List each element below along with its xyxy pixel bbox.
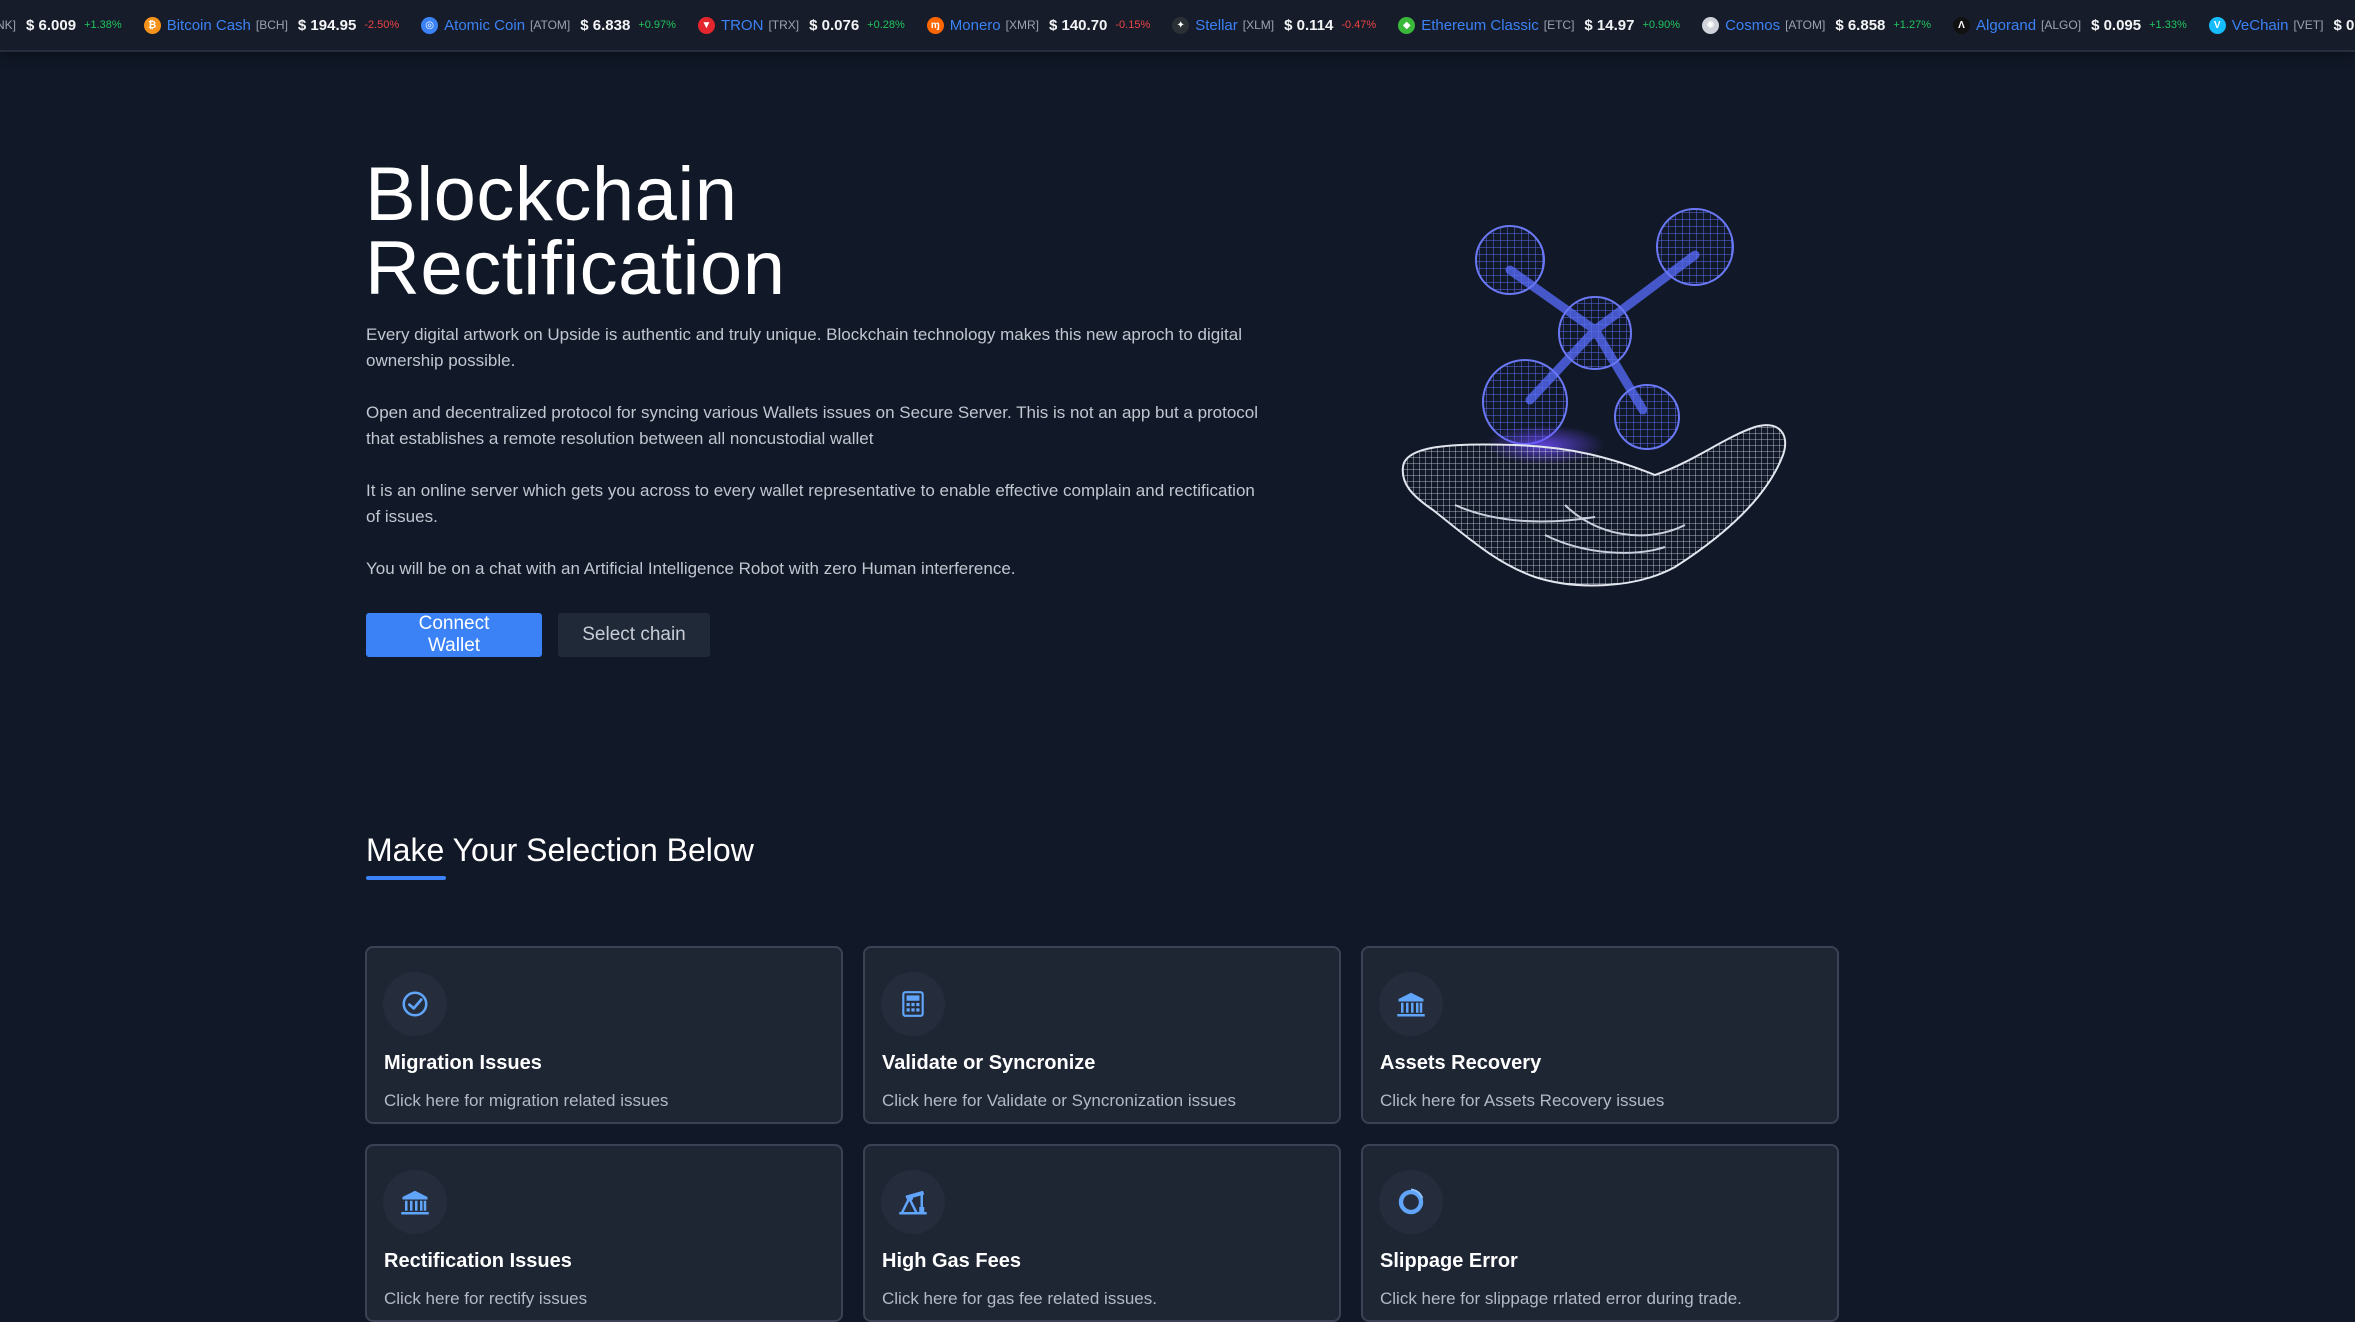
vechain-icon: V <box>2208 16 2226 34</box>
ticker-coin-change: -0.47% <box>1341 19 1377 31</box>
ticker-coin-price: $ 194.95 <box>297 16 357 34</box>
ticker-coin-name: Bitcoin Cash <box>166 16 251 34</box>
ticker-coin-name: TRON <box>720 16 764 34</box>
ticker-item[interactable]: ɱ Monero [XMR] $ 140.70 -0.15% <box>926 16 1151 34</box>
ticker-item[interactable]: Ʌ Algorand [ALGO] $ 0.095 +1.33% <box>1953 16 2187 34</box>
ticker-item[interactable]: ◆ Ethereum Classic [ETC] $ 14.97 +0.90% <box>1398 16 1681 34</box>
bitcoin-cash-icon: ₿ <box>143 16 161 34</box>
gas-pump-jack-icon <box>881 1170 945 1234</box>
intro-paragraph: Every digital artwork on Upside is authe… <box>366 325 1242 370</box>
ticker-item[interactable]: VVeChain[VET]$ 0.0155-0.03% <box>2208 16 2355 34</box>
card-title: Slippage Error <box>1380 1250 1518 1272</box>
ticker-coin-change: -0.15% <box>1115 19 1151 31</box>
selection-section-title: Make Your Selection Below <box>366 832 754 868</box>
card-description: Click here for slippage rrlated error du… <box>1380 1289 1742 1308</box>
ticker-coin-price: $ 0.095 <box>2091 16 2142 34</box>
calculator-icon <box>881 972 945 1036</box>
price-ticker: NK] $ 6.009 +1.38% ₿ Bitcoin Cash [BCH] $ 194.… <box>0 0 2355 52</box>
stellar-icon: ✦ <box>1172 16 1190 34</box>
ticker-coin-symbol: [ATOM] <box>1785 18 1826 32</box>
ticker-coin-price: $ 6.858 <box>1835 16 1886 34</box>
ticker-item[interactable]: NK] $ 6.009 +1.38% <box>0 17 122 34</box>
ticker-coin-name: Cosmos <box>1725 16 1781 34</box>
migration-issues-card[interactable]: Migration Issues Click here for migratio… <box>365 946 843 1124</box>
ticker-coin-change: +1.33% <box>2149 19 2187 31</box>
protocol-paragraph: Open and decentralized protocol for sync… <box>366 403 1259 448</box>
atomic-coin-icon: ◎ <box>421 16 439 34</box>
check-circle-icon <box>383 972 447 1036</box>
ticker-coin-price: $ 0.0155 <box>2333 16 2355 34</box>
slippage-error-card[interactable]: Slippage Error Click here for slippage r… <box>1361 1144 1839 1322</box>
card-description: Click here for rectify issues <box>384 1289 588 1308</box>
ticker-coin-symbol: NK] <box>0 18 17 32</box>
page-title: Blockchain Rectification <box>365 152 786 311</box>
card-title: Validate or Syncronize <box>882 1052 1096 1074</box>
card-title: Migration Issues <box>384 1052 542 1074</box>
ticker-coin-symbol: [ALGO] <box>2041 18 2082 32</box>
server-paragraph: It is an online server which gets you ac… <box>366 481 1255 526</box>
algorand-icon: Ʌ <box>1953 16 1970 34</box>
wireframe-hand-molecule-illustration <box>1401 208 1787 587</box>
card-description: Click here for Validate or Syncronizatio… <box>882 1091 1237 1110</box>
section-title-underline <box>366 876 446 880</box>
ticker-coin-change: +1.38% <box>84 19 122 31</box>
ticker-item[interactable]: ✦ Stellar [XLM] $ 0.114 -0.47% <box>1172 16 1377 34</box>
ticker-coin-symbol: [TRX] <box>768 18 800 32</box>
ticker-item[interactable]: ✺ Cosmos [ATOM] $ 6.858 +1.27% <box>1702 16 1931 34</box>
ticker-coin-change: +0.97% <box>638 19 676 31</box>
page-title-line-1: Blockchain <box>365 152 738 237</box>
ai-chat-paragraph: You will be on a chat with an Artificial… <box>366 559 1016 578</box>
ticker-coin-price: $ 6.838 <box>580 16 631 34</box>
ticker-coin-name: Algorand <box>1976 16 2037 34</box>
ticker-coin-price: $ 140.70 <box>1048 16 1108 34</box>
validate-syncronize-card[interactable]: Validate or Syncronize Click here for Va… <box>863 946 1341 1124</box>
ticker-coin-name: Stellar <box>1195 16 1238 34</box>
ticker-coin-name: Atomic Coin <box>444 16 526 34</box>
card-title: Assets Recovery <box>1380 1052 1542 1074</box>
ticker-coin-price: $ 6.009 <box>26 16 77 34</box>
ticker-coin-price: $ 14.97 <box>1584 16 1635 34</box>
ticker-coin-symbol: [BCH] <box>255 18 288 32</box>
ticker-item[interactable]: ◎ Atomic Coin [ATOM] $ 6.838 +0.97% <box>421 16 676 34</box>
rectification-issues-card[interactable]: Rectification Issues Click here for rect… <box>365 1144 843 1322</box>
bank-icon <box>1379 972 1443 1036</box>
ticker-track: NK] $ 6.009 +1.38% ₿ Bitcoin Cash [BCH] $ 194.… <box>0 0 2355 50</box>
ticker-coin-change: +0.90% <box>1642 19 1681 31</box>
ticker-coin-symbol: [ETC] <box>1543 18 1575 32</box>
ticker-coin-name: Monero <box>949 16 1001 34</box>
ticker-item[interactable]: ₿ Bitcoin Cash [BCH] $ 194.95 -2.50% <box>143 16 400 34</box>
ticker-coin-symbol: [XLM] <box>1242 18 1275 32</box>
cosmos-icon: ✺ <box>1702 16 1720 34</box>
page-title-line-2: Rectification <box>365 226 786 311</box>
assets-recovery-card[interactable]: Assets Recovery Click here for Assets Re… <box>1361 946 1839 1124</box>
ticker-coin-change: +1.27% <box>1893 19 1931 31</box>
bank-icon <box>383 1170 447 1234</box>
ticker-coin-price: $ 0.076 <box>809 16 860 34</box>
ticker-coin-symbol: [VET] <box>2293 18 2324 32</box>
tron-icon: ▼ <box>697 16 715 34</box>
card-description: Click here for migration related issues <box>384 1091 669 1110</box>
card-description: Click here for gas fee related issues. <box>882 1289 1157 1308</box>
ethereum-classic-icon: ◆ <box>1398 16 1416 34</box>
card-title: High Gas Fees <box>882 1250 1021 1272</box>
ticker-coin-price: $ 0.114 <box>1284 16 1334 34</box>
high-gas-fees-card[interactable]: High Gas Fees Click here for gas fee rel… <box>863 1144 1341 1322</box>
card-description: Click here for Assets Recovery issues <box>1380 1091 1665 1110</box>
card-title: Rectification Issues <box>384 1250 572 1272</box>
ring-icon <box>1379 1170 1443 1234</box>
monero-icon: ɱ <box>926 16 944 34</box>
ticker-coin-name: Ethereum Classic <box>1421 16 1539 34</box>
ticker-coin-symbol: [XMR] <box>1005 18 1039 32</box>
select-chain-button[interactable]: Select chain <box>558 613 710 657</box>
ticker-coin-symbol: [ATOM] <box>530 18 571 32</box>
ticker-coin-change: -2.50% <box>364 19 400 31</box>
ticker-coin-change: +0.28% <box>867 19 905 31</box>
ticker-coin-name: VeChain <box>2231 16 2289 34</box>
molecule-spheres <box>1475 208 1734 450</box>
ticker-item[interactable]: ▼ TRON [TRX] $ 0.076 +0.28% <box>697 16 905 34</box>
connect-wallet-button[interactable]: Connect Wallet <box>366 613 542 657</box>
